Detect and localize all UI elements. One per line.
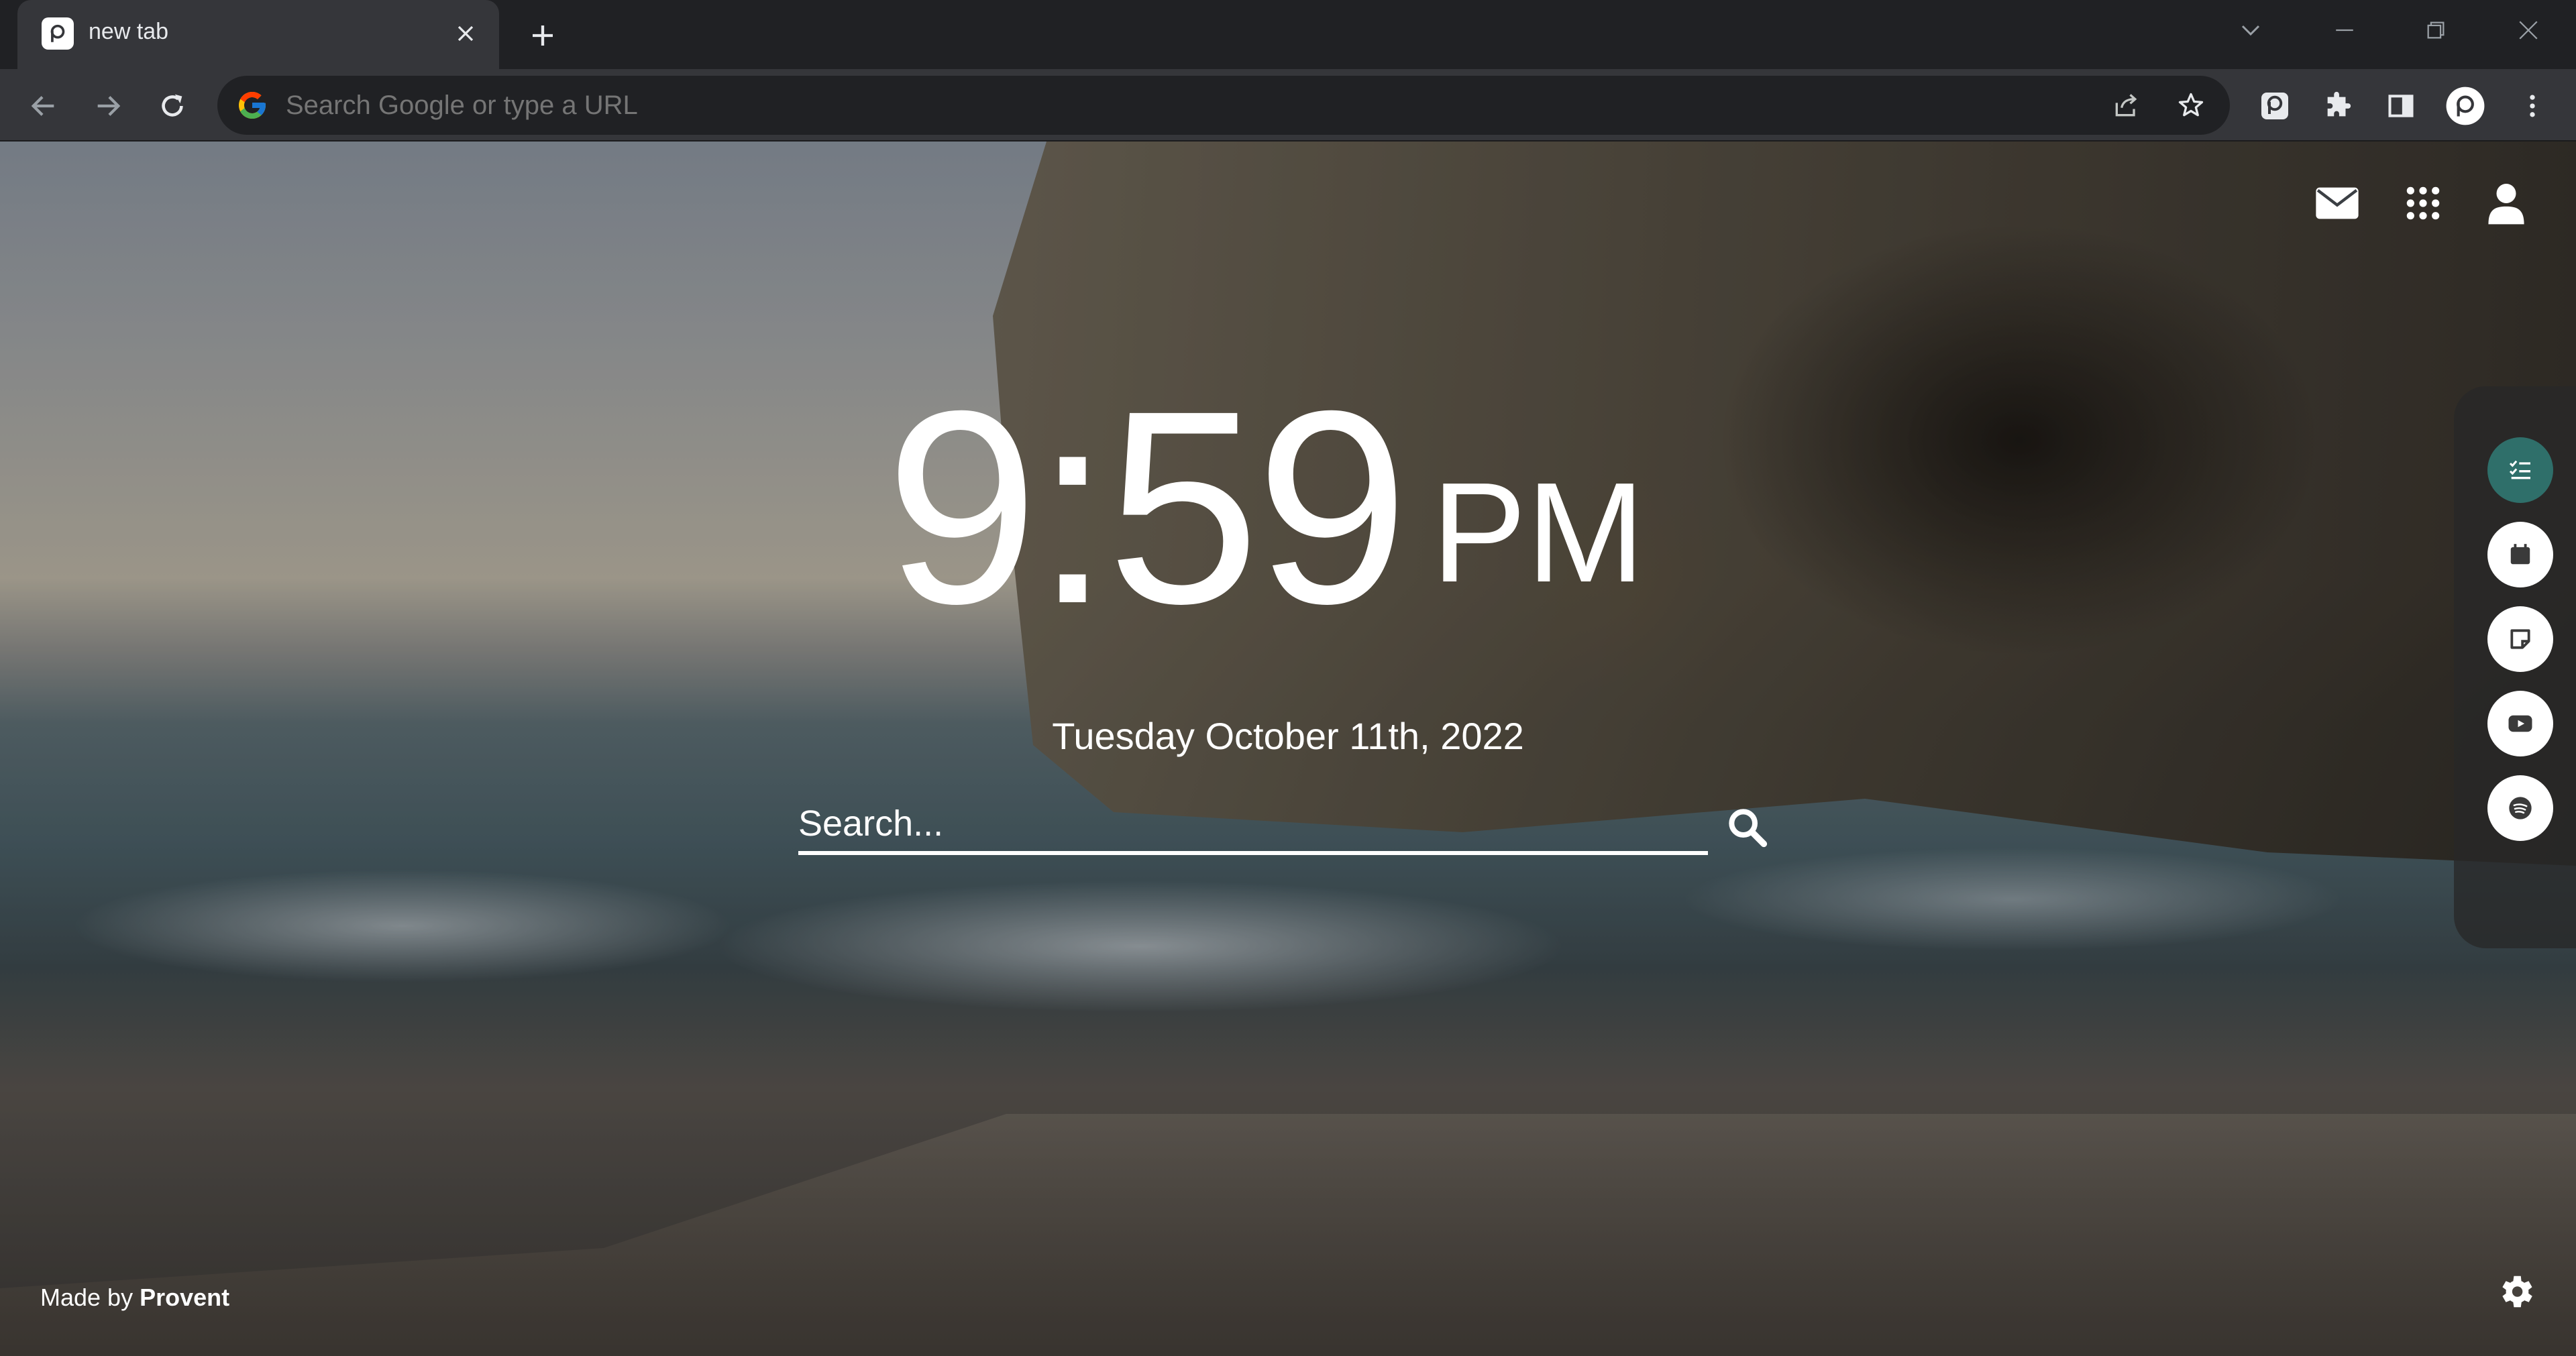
apps-grid-icon[interactable] — [2396, 176, 2450, 230]
restore-window-icon[interactable] — [2406, 7, 2466, 54]
mail-icon[interactable] — [2310, 176, 2364, 230]
close-window-icon[interactable] — [2498, 7, 2559, 54]
browser-toolbar — [0, 69, 2576, 142]
close-tab-icon[interactable] — [447, 15, 484, 52]
google-g-icon — [236, 89, 268, 121]
provent-favicon-icon — [42, 17, 74, 50]
bookmark-star-icon[interactable] — [2171, 85, 2211, 125]
spotify-icon[interactable] — [2487, 775, 2553, 841]
credit-brand-link[interactable]: Provent — [140, 1284, 229, 1311]
profile-avatar-icon[interactable] — [2445, 85, 2486, 127]
youtube-icon[interactable] — [2487, 691, 2553, 756]
side-panel-icon[interactable] — [2380, 85, 2422, 127]
chrome-menu-icon[interactable] — [2512, 85, 2553, 127]
calendar-icon[interactable] — [2487, 522, 2553, 587]
tab-new-tab[interactable]: new tab — [17, 0, 499, 69]
back-arrow-icon[interactable] — [23, 85, 64, 127]
todo-list-icon[interactable] — [2487, 437, 2553, 503]
search-input[interactable] — [798, 796, 1708, 855]
forward-arrow-icon[interactable] — [87, 85, 129, 127]
share-icon[interactable] — [2106, 85, 2147, 125]
clock-time: 9:59 — [885, 353, 1409, 661]
new-tab-page: 9:59 PM Tuesday October 11th, 2022 Made … — [0, 142, 2576, 1356]
tab-strip: new tab — [0, 0, 2576, 69]
extensions-puzzle-icon[interactable] — [2317, 85, 2359, 127]
account-icon[interactable] — [2479, 176, 2533, 230]
made-by-credit: Made by Provent — [40, 1284, 229, 1312]
reload-icon[interactable] — [152, 85, 193, 127]
clock-ampm: PM — [1431, 453, 1645, 612]
minimize-window-icon[interactable] — [2314, 7, 2375, 54]
new-tab-plus-icon[interactable] — [522, 15, 564, 56]
search-bar — [798, 796, 1768, 856]
clock: 9:59 PM — [885, 353, 1645, 661]
settings-gear-icon[interactable] — [2489, 1265, 2542, 1318]
widget-side-panel — [2454, 386, 2576, 948]
provent-extension-icon[interactable] — [2254, 85, 2296, 127]
date-display: Tuesday October 11th, 2022 — [1052, 715, 1524, 757]
address-bar[interactable] — [217, 76, 2230, 135]
credit-prefix: Made by — [40, 1284, 133, 1311]
omnibox-input[interactable] — [286, 91, 2097, 121]
search-icon[interactable] — [1721, 801, 1772, 852]
tab-search-chevron-icon[interactable] — [2220, 7, 2281, 54]
sticky-note-icon[interactable] — [2487, 606, 2553, 672]
tab-title: new tab — [89, 19, 169, 44]
